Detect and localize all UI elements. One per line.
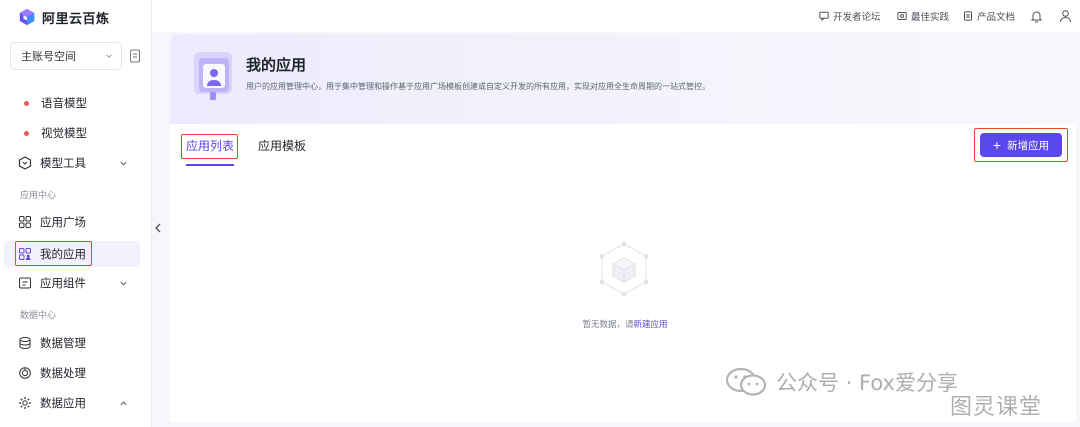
top-link-label: 产品文档	[977, 12, 1016, 23]
sidebar-item-label: 数据管理	[40, 336, 86, 350]
top-bar: 开发者论坛 最佳实践 产品文档	[152, 0, 1080, 32]
product-docs-link[interactable]: 产品文档	[963, 9, 1015, 23]
sidebar-item-label: 视觉模型	[41, 126, 87, 140]
highlight-box	[15, 241, 92, 266]
wechat-icon	[725, 367, 767, 396]
page-description: 用户的应用管理中心，用于集中管理和操作基于应用广场模板创建或自定义开发的所有应用…	[246, 82, 710, 91]
watermark: 公众号 · Fox爱分享	[724, 364, 958, 400]
active-tab-indicator	[186, 164, 234, 166]
chevron-down-icon	[106, 54, 112, 58]
document-icon[interactable]	[129, 49, 141, 63]
chevron-down-icon[interactable]	[119, 159, 128, 168]
empty-state-text: 暂无数据，请新建应用	[570, 318, 680, 330]
brand-logo-icon	[19, 8, 35, 26]
page-title: 我的应用	[246, 56, 307, 74]
chevron-up-icon[interactable]	[119, 399, 128, 408]
sidebar-item-data-management[interactable]: 数据管理	[18, 331, 86, 355]
highlight-box	[181, 134, 238, 159]
forum-icon	[819, 11, 829, 21]
sidebar-collapse-toggle[interactable]	[152, 218, 164, 238]
section-label-app-center: 应用中心	[20, 191, 57, 201]
sidebar-item-label: 应用广场	[40, 215, 86, 229]
top-link-label: 开发者论坛	[833, 12, 881, 23]
sidebar-item-label: 语音模型	[41, 96, 87, 110]
section-label-data-center: 数据中心	[20, 311, 57, 321]
watermark-text: 公众号 · Fox爱分享	[776, 371, 958, 395]
gear-icon	[19, 397, 31, 409]
page-header: 我的应用 用户的应用管理中心，用于集中管理和操作基于应用广场模板创建或自定义开发…	[170, 34, 1076, 124]
sidebar-item-speech-model[interactable]: 语音模型	[18, 91, 87, 115]
workspace-select[interactable]: 主账号空间	[10, 42, 122, 70]
image-icon	[897, 12, 907, 20]
sidebar-item-label: 数据处理	[40, 366, 86, 380]
my-apps-illustration-icon	[194, 52, 232, 100]
chevron-down-icon[interactable]	[119, 279, 128, 288]
workspace-label: 主账号空间	[21, 50, 76, 63]
developer-forum-link[interactable]: 开发者论坛	[819, 9, 881, 23]
brand-name: 阿里云百炼	[42, 11, 110, 27]
model-tools-icon	[18, 156, 32, 170]
sidebar-item-label: 应用组件	[40, 276, 86, 290]
watermark-text-secondary: 图灵课堂	[950, 395, 1043, 420]
user-icon[interactable]	[1059, 9, 1072, 23]
chevron-left-icon	[155, 223, 161, 233]
processing-icon	[19, 367, 31, 379]
sidebar-item-data-processing[interactable]: 数据处理	[18, 361, 86, 385]
sidebar-item-app-plaza[interactable]: 应用广场	[18, 210, 86, 234]
top-link-label: 最佳实践	[911, 12, 950, 23]
sidebar-item-vision-model[interactable]: 视觉模型	[18, 121, 87, 145]
best-practice-link[interactable]: 最佳实践	[897, 9, 949, 23]
document-icon	[964, 11, 972, 21]
sidebar-item-app-components[interactable]: 应用组件	[18, 271, 86, 295]
bullet-dot-icon	[24, 100, 29, 106]
sidebar-item-label: 模型工具	[40, 156, 86, 170]
bell-icon[interactable]	[1030, 9, 1043, 23]
sidebar-item-model-tools[interactable]: 模型工具	[18, 151, 86, 175]
empty-state-message: 暂无数据，请	[582, 320, 634, 330]
tab-app-template[interactable]: 应用模板	[258, 137, 306, 154]
highlight-box	[974, 128, 1068, 162]
sidebar-item-label: 数据应用	[40, 396, 86, 410]
component-icon	[19, 277, 31, 289]
grid-icon	[19, 216, 31, 228]
database-icon	[19, 337, 31, 350]
empty-box-icon	[599, 241, 649, 297]
brand[interactable]: 阿里云百炼	[18, 6, 110, 28]
sidebar-item-data-apps[interactable]: 数据应用	[18, 391, 86, 415]
bullet-dot-icon	[24, 130, 29, 136]
create-app-link[interactable]: 新建应用	[634, 320, 668, 330]
sidebar: 阿里云百炼 主账号空间 语音模型 视觉模型 模型工具 应用中心 应用广场 我的应…	[0, 0, 152, 427]
